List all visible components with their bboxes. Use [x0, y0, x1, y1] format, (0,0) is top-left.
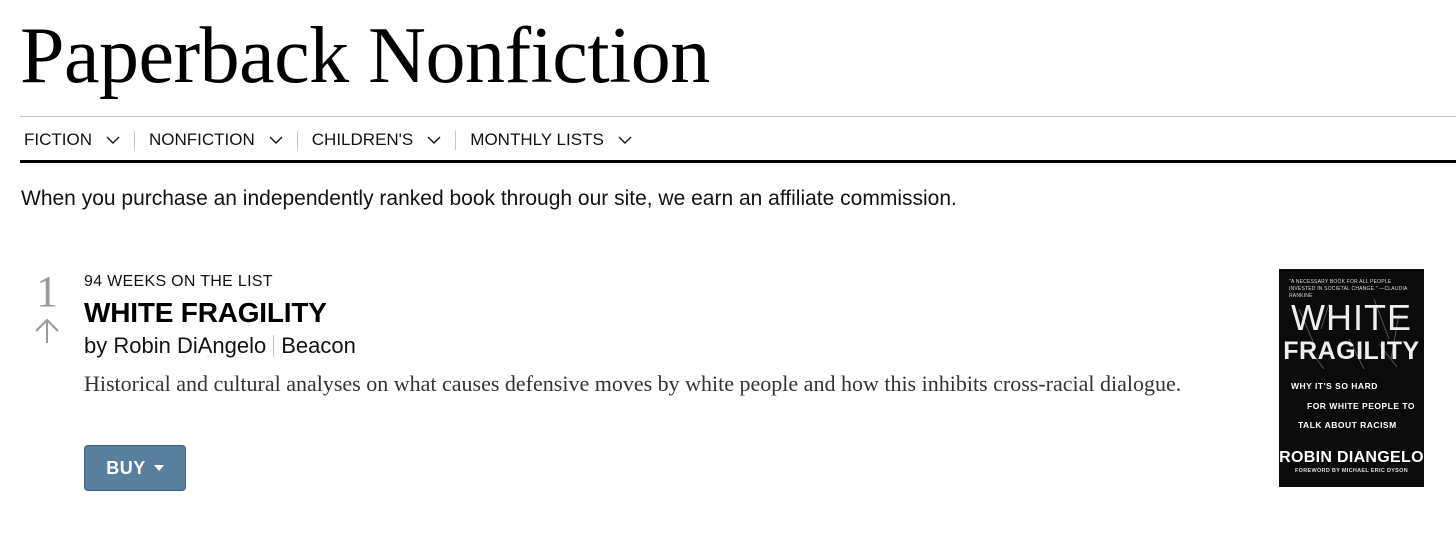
page-title: Paperback Nonfiction	[20, 12, 710, 100]
nav-bottom-divider	[20, 160, 1456, 163]
cover-title-line1: WHITE	[1291, 297, 1412, 338]
weeks-on-list: 94 WEEKS ON THE LIST	[84, 273, 273, 290]
list-navigation: FICTION NONFICTION CHILDREN'S MONTHLY LI…	[20, 122, 632, 158]
nav-item-label: CHILDREN'S	[311, 130, 414, 149]
nav-item-childrens[interactable]: CHILDREN'S	[312, 130, 442, 150]
nav-item-fiction[interactable]: FICTION	[24, 130, 120, 150]
cover-subtitle-line1: WHY IT'S SO HARD	[1291, 381, 1378, 391]
rank-number: 1	[36, 267, 58, 316]
nav-item-label: MONTHLY LISTS	[470, 130, 604, 149]
nav-separator	[455, 130, 457, 150]
cover-title-line2: FRAGILITY	[1283, 337, 1420, 365]
nav-separator	[134, 130, 135, 150]
nav-item-nonfiction[interactable]: NONFICTION	[149, 130, 283, 150]
book-description: Historical and cultural analyses on what…	[84, 371, 1182, 396]
cover-author: ROBIN DIANGELO	[1279, 449, 1424, 466]
buy-button-label: BUY	[106, 457, 146, 478]
cover-subtitle-line2: FOR WHITE PEOPLE TO	[1307, 401, 1416, 411]
affiliate-disclaimer: When you purchase an independently ranke…	[21, 187, 957, 210]
cover-subtitle-line3: TALK ABOUT RACISM	[1298, 420, 1397, 430]
nav-item-label: FICTION	[24, 130, 92, 149]
chevron-down-icon	[106, 136, 120, 144]
byline-separator	[273, 335, 275, 357]
cover-foreword: FOREWORD BY MICHAEL ERIC DYSON	[1295, 468, 1408, 474]
book-author: by Robin DiAngelo	[84, 333, 267, 358]
byline: by Robin DiAngelo Beacon	[84, 331, 1254, 361]
book-publisher: Beacon	[281, 333, 356, 358]
caret-down-icon	[153, 465, 164, 471]
book-title[interactable]: WHITE FRAGILITY	[84, 297, 1254, 329]
buy-button[interactable]: BUY	[84, 445, 186, 491]
chevron-down-icon	[618, 136, 632, 144]
chevron-down-icon	[269, 136, 283, 144]
top-divider	[20, 116, 1456, 117]
nav-item-label: NONFICTION	[149, 130, 255, 149]
arrow-up-icon	[35, 318, 59, 343]
nav-separator	[296, 130, 298, 150]
book-entry: 94 WEEKS ON THE LIST WHITE FRAGILITY by …	[84, 272, 1254, 399]
book-cover[interactable]: "A NECESSARY BOOK FOR ALL PEOPLE INVESTE…	[1279, 269, 1424, 487]
chevron-down-icon	[427, 136, 441, 144]
nav-item-monthly-lists[interactable]: MONTHLY LISTS	[470, 130, 632, 150]
